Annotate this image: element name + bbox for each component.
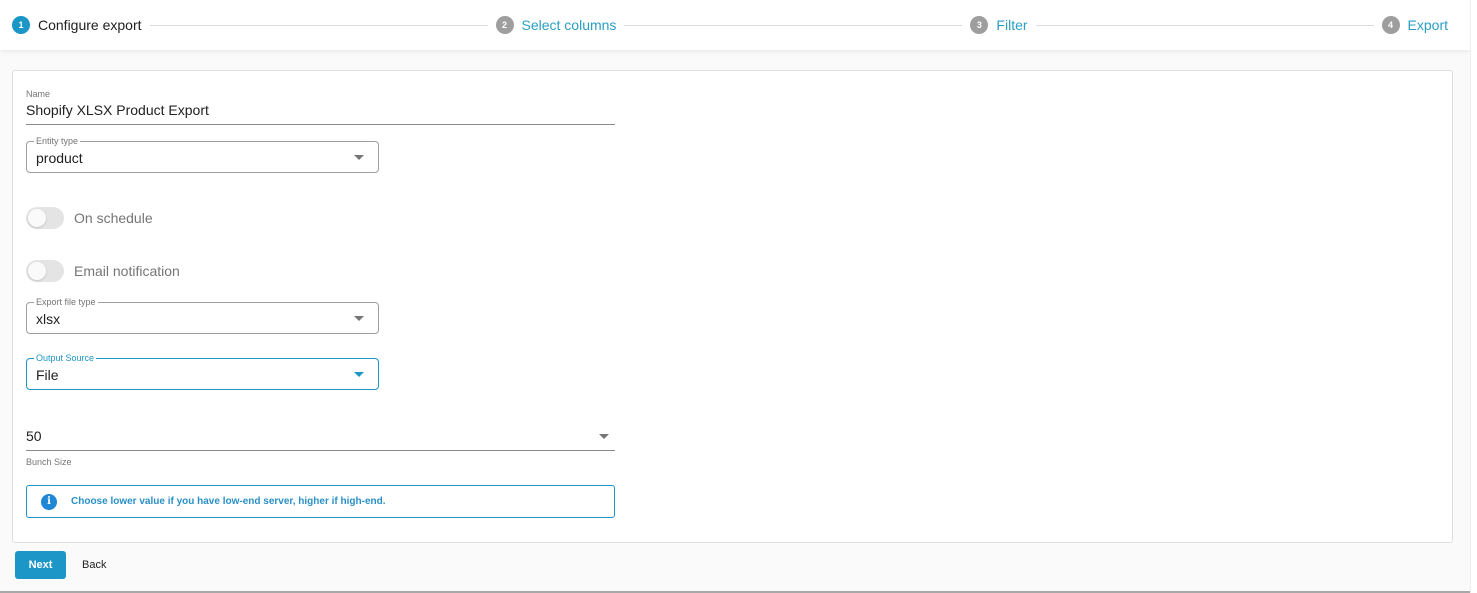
back-button[interactable]: Back xyxy=(72,551,116,579)
scrollbar-track[interactable] xyxy=(1470,0,1477,593)
bunch-size-field: 50 Bunch Size xyxy=(26,426,615,467)
name-label: Name xyxy=(26,89,51,99)
step-connector xyxy=(1035,24,1374,26)
configure-export-card: Name Shopify XLSX Product Export Entity … xyxy=(12,70,1453,543)
step-connector xyxy=(624,24,963,26)
email-notification-row: Email notification xyxy=(26,260,180,282)
chevron-down-icon xyxy=(354,372,364,377)
step-export[interactable]: 4 Export xyxy=(1381,16,1448,34)
step-number-badge: 2 xyxy=(495,16,514,34)
step-label: Select columns xyxy=(521,17,617,33)
output-source-label: Output Source xyxy=(34,353,97,363)
output-source-value: File xyxy=(36,367,59,383)
on-schedule-row: On schedule xyxy=(26,207,153,229)
step-select-columns[interactable]: 2 Select columns xyxy=(495,16,617,34)
on-schedule-toggle[interactable] xyxy=(26,207,64,229)
entity-type-select[interactable]: Entity type product xyxy=(26,136,379,173)
step-connector xyxy=(149,24,488,26)
on-schedule-label: On schedule xyxy=(74,210,153,226)
toggle-knob xyxy=(28,209,46,227)
step-label: Configure export xyxy=(38,17,142,33)
email-notification-toggle[interactable] xyxy=(26,260,64,282)
chevron-down-icon xyxy=(354,155,364,160)
info-alert: i Choose lower value if you have low-end… xyxy=(26,485,615,518)
export-file-type-value: xlsx xyxy=(36,311,61,327)
step-number-badge: 3 xyxy=(970,16,989,34)
step-label: Filter xyxy=(996,17,1028,33)
bunch-size-select[interactable]: 50 xyxy=(26,426,615,451)
step-configure-export[interactable]: 1 Configure export xyxy=(12,16,142,34)
step-label: Export xyxy=(1407,17,1448,33)
name-field[interactable]: Name Shopify XLSX Product Export xyxy=(26,89,615,125)
next-button[interactable]: Next xyxy=(15,551,66,579)
info-icon: i xyxy=(41,493,57,510)
bunch-size-value: 50 xyxy=(26,428,42,444)
step-number-badge: 4 xyxy=(1381,16,1400,34)
name-input[interactable]: Shopify XLSX Product Export xyxy=(26,99,615,125)
toggle-knob xyxy=(28,262,46,280)
export-file-type-select[interactable]: Export file type xlsx xyxy=(26,297,379,334)
chevron-down-icon xyxy=(599,434,609,439)
export-stepper: 1 Configure export 2 Select columns 3 Fi… xyxy=(0,0,1470,50)
entity-type-label: Entity type xyxy=(34,136,81,146)
step-number-badge: 1 xyxy=(12,16,30,34)
email-notification-label: Email notification xyxy=(74,263,180,279)
output-source-select[interactable]: Output Source File xyxy=(26,353,379,390)
export-file-type-label: Export file type xyxy=(34,297,98,307)
bunch-size-label: Bunch Size xyxy=(26,457,72,467)
entity-type-value: product xyxy=(36,150,83,166)
step-filter[interactable]: 3 Filter xyxy=(970,16,1028,34)
chevron-down-icon xyxy=(354,316,364,321)
info-text: Choose lower value if you have low-end s… xyxy=(71,496,386,507)
